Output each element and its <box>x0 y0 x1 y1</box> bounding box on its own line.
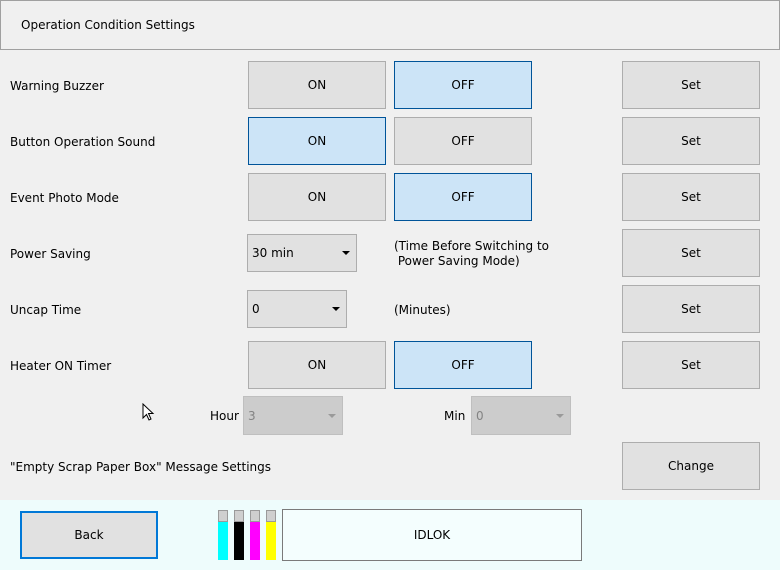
power-saving-note-line2: Power Saving Mode) <box>394 254 520 268</box>
min-value: 0 <box>476 408 484 423</box>
power-saving-value: 30 min <box>252 246 294 260</box>
status-display: IDLOK <box>282 509 582 561</box>
mouse-cursor-icon <box>142 403 155 421</box>
power-saving-note: (Time Before Switching to Power Saving M… <box>394 239 549 269</box>
ink-black-icon <box>234 510 244 560</box>
warning-buzzer-on-button[interactable]: ON <box>248 61 386 109</box>
ink-cyan-icon <box>218 510 228 560</box>
status-text: IDLOK <box>413 528 451 542</box>
button-sound-off-button[interactable]: OFF <box>394 117 532 165</box>
power-saving-set-button[interactable]: Set <box>622 229 760 277</box>
uncap-time-set-button[interactable]: Set <box>622 285 760 333</box>
hour-select[interactable]: 3 <box>243 396 343 435</box>
event-photo-set-button[interactable]: Set <box>622 173 760 221</box>
uncap-time-value: 0 <box>252 302 260 316</box>
min-label: Min <box>444 409 466 423</box>
power-saving-label: Power Saving <box>10 247 91 261</box>
button-sound-on-button[interactable]: ON <box>248 117 386 165</box>
warning-buzzer-set-button[interactable]: Set <box>622 61 760 109</box>
warning-buzzer-off-button[interactable]: OFF <box>394 61 532 109</box>
chevron-down-icon <box>342 251 350 255</box>
heater-timer-set-button[interactable]: Set <box>622 341 760 389</box>
page-title: Operation Condition Settings <box>21 18 195 32</box>
button-sound-set-button[interactable]: Set <box>622 117 760 165</box>
ink-magenta-icon <box>250 510 260 560</box>
chevron-down-icon <box>332 307 340 311</box>
heater-timer-label: Heater ON Timer <box>10 359 112 373</box>
uncap-time-note: (Minutes) <box>394 303 451 317</box>
power-saving-select[interactable]: 30 min <box>247 234 357 272</box>
ink-levels <box>218 510 278 560</box>
uncap-time-label: Uncap Time <box>10 303 82 317</box>
heater-timer-on-button[interactable]: ON <box>248 341 386 389</box>
power-saving-note-line1: (Time Before Switching to <box>394 239 550 253</box>
min-select[interactable]: 0 <box>471 396 571 435</box>
back-button[interactable]: Back <box>20 511 158 559</box>
scrap-box-label: "Empty Scrap Paper Box" Message Settings <box>10 460 272 474</box>
event-photo-off-button[interactable]: OFF <box>394 173 532 221</box>
chevron-down-icon <box>328 413 336 418</box>
chevron-down-icon <box>556 413 564 418</box>
heater-timer-off-button[interactable]: OFF <box>394 341 532 389</box>
scrap-box-change-button[interactable]: Change <box>622 442 760 490</box>
title-bar: Operation Condition Settings <box>0 0 780 50</box>
uncap-time-select[interactable]: 0 <box>247 290 347 328</box>
ink-yellow-icon <box>266 510 276 560</box>
hour-value: 3 <box>248 408 256 423</box>
hour-label: Hour <box>210 409 239 423</box>
warning-buzzer-label: Warning Buzzer <box>10 79 104 93</box>
button-sound-label: Button Operation Sound <box>10 135 156 149</box>
event-photo-on-button[interactable]: ON <box>248 173 386 221</box>
event-photo-label: Event Photo Mode <box>10 191 119 205</box>
